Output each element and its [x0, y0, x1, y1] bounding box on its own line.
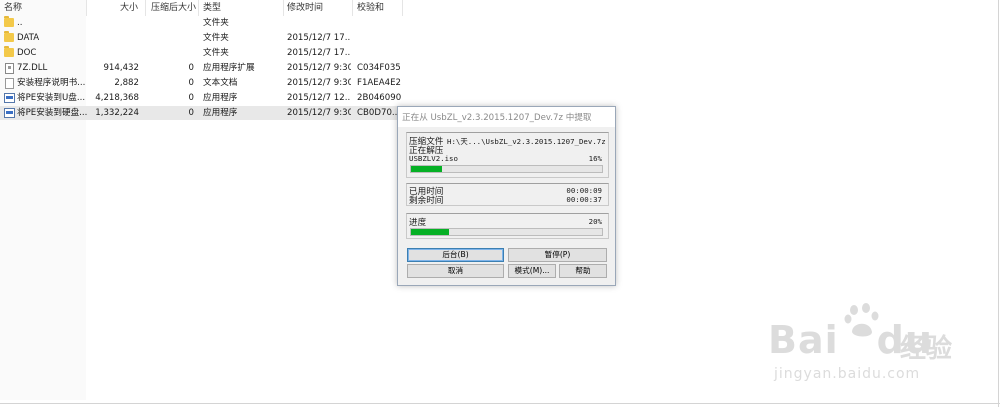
table-row[interactable]: .. 文件夹	[0, 16, 400, 30]
cell-name: 将PE安装到U盘...	[17, 93, 86, 103]
help-button[interactable]: 帮助	[559, 264, 607, 278]
folder-icon	[4, 31, 14, 42]
cell-packed	[145, 32, 194, 44]
cell-type: 文件夹	[203, 33, 229, 43]
col-crc[interactable]: 校验和	[357, 2, 384, 14]
text-file-icon	[5, 78, 14, 89]
cell-type: 应用程序	[203, 93, 238, 103]
cancel-button[interactable]: 取消	[407, 264, 504, 278]
cell-type: 应用程序	[203, 108, 238, 118]
table-row[interactable]: 将PE安装到硬盘... 1,332,224 0 应用程序 2015/12/7 9:30 C…	[0, 106, 400, 120]
cell-type: 文本文档	[203, 78, 238, 88]
cell-packed	[145, 47, 194, 59]
column-divider[interactable]	[198, 0, 199, 16]
watermark-url: jingyan.baidu.com	[774, 366, 921, 382]
table-row[interactable]: DOC 文件夹 2015/12/7 17...	[0, 46, 400, 60]
column-divider[interactable]	[352, 0, 353, 16]
cell-name: 7Z.DLL	[17, 63, 48, 73]
time-group: 已用时间 00:00:09 剩余时间 00:00:37	[406, 183, 609, 206]
cell-name: DATA	[17, 33, 40, 43]
cell-crc: 2B046090	[357, 93, 402, 103]
file-progress-bar	[410, 165, 603, 173]
cell-type: 文件夹	[203, 48, 229, 58]
col-modified[interactable]: 修改时间	[287, 2, 323, 14]
cell-crc	[357, 17, 402, 29]
cell-modified: 2015/12/7 9:30	[287, 108, 351, 118]
cell-name: 安装程序说明书...	[17, 78, 86, 88]
cell-crc: F1AEA4E2	[357, 78, 401, 88]
watermark-cn: 经验	[900, 334, 953, 364]
cell-packed: 0	[188, 63, 194, 73]
cell-packed: 0	[188, 78, 194, 88]
status-divider	[0, 403, 1000, 404]
col-packed-size[interactable]: 压缩后大小	[151, 2, 196, 14]
cell-crc: C034F035	[357, 63, 401, 73]
extract-dialog: 正在从 UsbZL_v2.3.2015.1207_Dev.7z 中提取 压缩文件…	[397, 106, 616, 286]
table-row[interactable]: 7Z.DLL 914,432 0 应用程序扩展 2015/12/7 9:30 C034F0…	[0, 61, 401, 75]
dll-icon	[5, 63, 14, 74]
column-divider[interactable]	[283, 0, 284, 16]
column-divider[interactable]	[86, 0, 87, 16]
column-divider[interactable]	[402, 0, 403, 16]
cell-crc	[357, 32, 402, 44]
cell-crc	[357, 47, 402, 59]
total-progress-fill	[411, 229, 450, 235]
cell-size: 2,882	[114, 78, 139, 88]
cell-crc: CB0D70...	[357, 108, 401, 118]
folder-icon	[4, 46, 14, 57]
folder-icon	[4, 16, 14, 27]
background-button[interactable]: 后台(B)	[407, 248, 504, 262]
cell-size	[86, 32, 139, 44]
cell-size: 914,432	[103, 63, 139, 73]
cell-modified: 2015/12/7 9:30	[287, 63, 351, 73]
table-row[interactable]: DATA 文件夹 2015/12/7 17...	[0, 31, 400, 45]
mode-button[interactable]: 模式(M)...	[508, 264, 556, 278]
col-type[interactable]: 类型	[203, 2, 221, 14]
cell-name: 将PE安装到硬盘...	[17, 108, 87, 118]
cell-packed	[145, 17, 194, 29]
cell-modified: 2015/12/7 9:30	[287, 78, 351, 88]
cell-type: 应用程序扩展	[203, 63, 255, 73]
cell-packed: 0	[188, 93, 194, 103]
elapsed-value: 00:00:09	[566, 186, 602, 195]
cell-modified: 2015/12/7 17...	[287, 33, 351, 43]
remaining-label: 剩余时间	[409, 196, 444, 206]
cell-name: ..	[17, 18, 23, 28]
baidu-watermark: Bai du 经验 jingyan.baidu.com	[760, 300, 1000, 390]
dialog-title-bar[interactable]: 正在从 UsbZL_v2.3.2015.1207_Dev.7z 中提取	[398, 107, 615, 127]
table-row[interactable]: 安装程序说明书... 2,882 0 文本文档 2015/12/7 9:30 F1AEA4…	[0, 76, 401, 90]
file-progress-group: 压缩文件 H:\天...\UsbZL_v2.3.2015.1207_Dev.7z…	[406, 132, 609, 178]
remaining-value: 00:00:37	[566, 195, 602, 204]
cell-modified: 2015/12/7 17...	[287, 48, 351, 58]
current-file: USBZLV2.iso	[409, 154, 458, 163]
table-row[interactable]: 将PE安装到U盘... 4,218,368 0 应用程序 2015/12/7 12...…	[0, 91, 402, 105]
cell-modified	[287, 17, 351, 29]
total-progress-group: 进度 20%	[406, 213, 609, 239]
col-size[interactable]: 大小	[120, 2, 138, 14]
column-divider[interactable]	[145, 0, 146, 16]
cell-modified: 2015/12/7 12...	[287, 93, 351, 103]
cell-size: 4,218,368	[95, 93, 139, 103]
archive-path: H:\天...\UsbZL_v2.3.2015.1207_Dev.7z	[447, 137, 606, 146]
cell-name: DOC	[17, 48, 37, 58]
left-strip	[0, 0, 86, 400]
cell-size: 1,332,224	[95, 108, 139, 118]
exe-icon	[4, 93, 15, 103]
file-progress-fill	[411, 166, 442, 172]
exe-icon	[4, 108, 15, 118]
file-percent: 16%	[588, 154, 602, 163]
total-percent: 20%	[588, 217, 602, 226]
pause-button[interactable]: 暂停(P)	[508, 248, 607, 262]
cell-size	[86, 47, 139, 59]
cell-size	[86, 17, 139, 29]
col-name[interactable]: 名称	[4, 2, 22, 14]
cell-type: 文件夹	[203, 18, 229, 28]
dialog-title: 正在从 UsbZL_v2.3.2015.1207_Dev.7z 中提取	[402, 113, 592, 123]
column-header: 名称 大小 压缩后大小 类型 修改时间 校验和	[0, 0, 410, 16]
total-progress-bar	[410, 228, 603, 236]
progress-label: 进度	[409, 218, 427, 228]
cell-packed: 0	[188, 108, 194, 118]
